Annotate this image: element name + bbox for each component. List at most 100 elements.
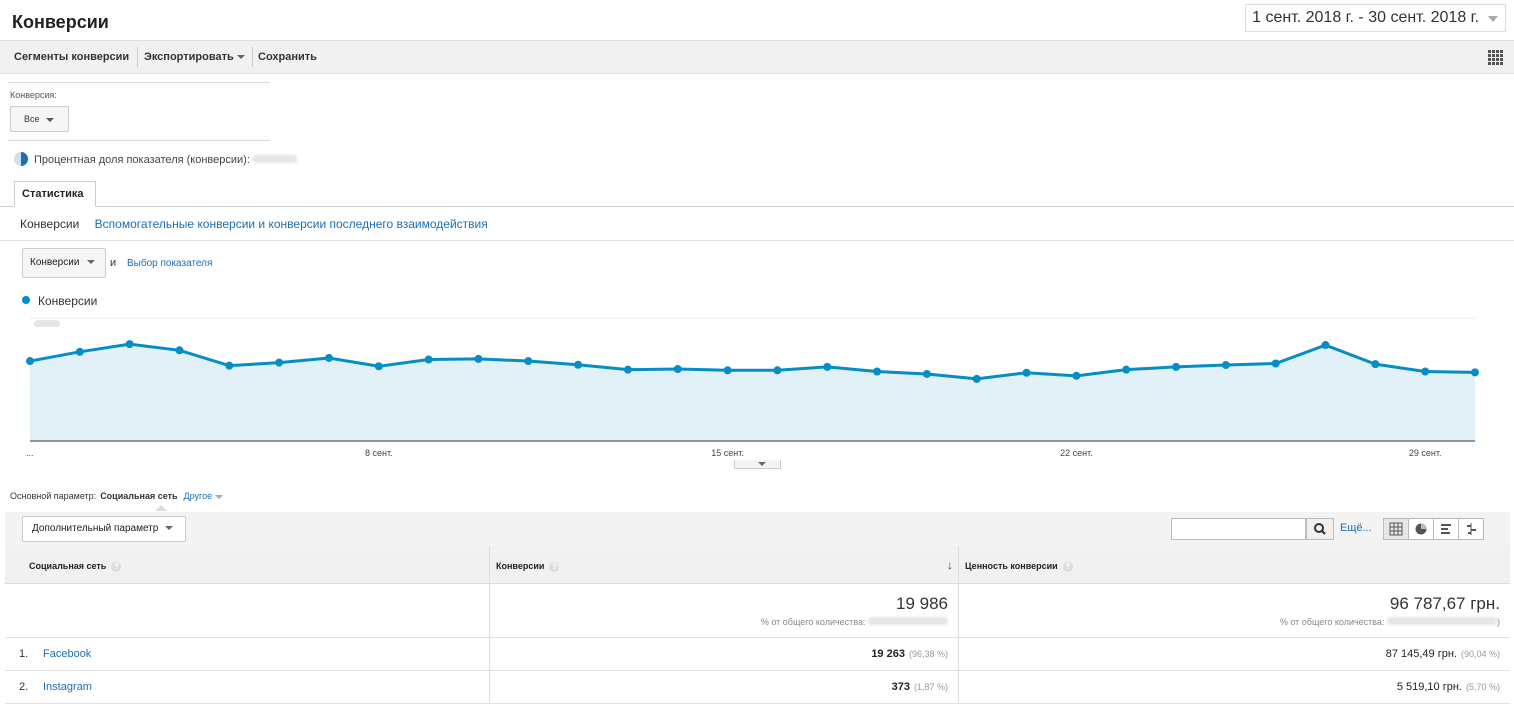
primary-dimension-other[interactable]: Другое (184, 491, 213, 501)
data-point (873, 367, 882, 376)
dropdown-caret-icon (45, 117, 54, 122)
data-point (773, 366, 782, 375)
advanced-search-link[interactable]: Ещё... (1340, 522, 1372, 534)
dropdown-caret-icon (236, 55, 245, 60)
percent-share-label: Процентная доля показателя (конверсии): (34, 154, 250, 166)
chevron-down-icon (758, 462, 766, 466)
x-tick-label: 29 сент. (1409, 448, 1442, 458)
subtab-conversions[interactable]: Конверсии (20, 217, 79, 231)
data-point (823, 362, 832, 371)
toolbar-divider (252, 47, 253, 67)
help-icon[interactable]: ? (111, 562, 122, 572)
search-button[interactable] (1306, 518, 1334, 540)
conversion-filter-select[interactable]: Все (10, 106, 69, 132)
metric-select[interactable]: Конверсии (22, 248, 106, 278)
column-header-social-network[interactable]: Социальная сеть? (29, 561, 122, 572)
save-button[interactable]: Сохранить (254, 41, 321, 73)
choose-metric-link[interactable]: Выбор показателя (127, 258, 212, 269)
view-switcher (1383, 518, 1484, 540)
pie-share-icon (14, 152, 28, 166)
data-point (275, 358, 284, 367)
data-point (972, 374, 981, 383)
value-percent: (5,70 %) (1465, 682, 1500, 692)
totals-row: 19 986 % от общего количества: 96 787,67… (5, 584, 1510, 638)
data-point (1471, 368, 1479, 377)
table-view-button[interactable] (1383, 518, 1409, 540)
sort-desc-icon[interactable]: ↓ (947, 558, 953, 572)
column-header-conversions[interactable]: Конверсии? (496, 561, 560, 572)
data-point (474, 354, 483, 363)
primary-dimension-label: Основной параметр: (10, 491, 97, 501)
date-range-picker[interactable]: 1 сент. 2018 г. - 30 сент. 2018 г. (1245, 4, 1506, 32)
dropdown-caret-icon (215, 494, 224, 499)
table-cell: 373 (1,87 %) (489, 671, 958, 703)
column-header-conversion-value[interactable]: Ценность конверсии? (965, 561, 1073, 572)
total-value-share: % от общего количества: ) (1279, 617, 1500, 627)
value-amount: 87 145,49 грн. (1385, 648, 1457, 660)
help-icon[interactable]: ? (549, 562, 560, 572)
conversion-filter-label: Конверсия: (10, 90, 57, 100)
dropdown-caret-icon (165, 526, 174, 531)
subtab-assisted-conversions[interactable]: Вспомогательные конверсии и конверсии по… (95, 217, 488, 231)
conversions-line-chart[interactable]: ... 8 сент. 15 сент. 22 сент. 29 сент. (0, 308, 1500, 460)
data-point (26, 357, 34, 366)
data-point (75, 347, 84, 356)
data-point (424, 355, 433, 364)
table-header: Социальная сеть? Конверсии? ↓ Ценность к… (5, 546, 1510, 584)
secondary-dimension-select[interactable]: Дополнительный параметр (22, 516, 186, 542)
table-search-input[interactable] (1171, 518, 1306, 540)
metric-and-label: и (110, 257, 117, 269)
table-grid-icon (1389, 522, 1403, 536)
tab-bar-line (0, 206, 1514, 207)
help-icon[interactable]: ? (1062, 562, 1073, 572)
divider (8, 82, 270, 83)
data-point (324, 353, 333, 362)
data-point (374, 362, 383, 371)
share-label: % от общего количества: (1279, 617, 1385, 627)
data-point (1122, 365, 1131, 374)
data-point (1022, 368, 1031, 377)
toolbar-divider (137, 47, 138, 67)
data-point (1172, 362, 1181, 371)
chart-legend: Конверсии (22, 294, 97, 308)
table-row: 2. Instagram 373 (1,87 %) 5 519,10 грн. (5… (5, 671, 1510, 704)
data-point (922, 369, 931, 378)
total-conversion-value: 96 787,67 грн. (1389, 594, 1500, 613)
search-icon (1314, 523, 1326, 535)
row-conversions: 19 263 (96,38 %) (871, 648, 948, 660)
x-tick-label: 8 сент. (365, 448, 393, 458)
redacted-value (868, 617, 948, 625)
data-point (1421, 367, 1430, 376)
comparison-view-button[interactable] (1458, 518, 1484, 540)
table-cell: 19 263 (96,38 %) (489, 638, 958, 670)
data-point (1271, 359, 1280, 368)
subtabs: Конверсии Вспомогательные конверсии и ко… (20, 217, 488, 231)
table-row: 1. Facebook 19 263 (96,38 %) 87 145,49 гр… (5, 638, 1510, 671)
selected-indicator (155, 505, 167, 511)
column-header-label: Социальная сеть (29, 561, 107, 571)
redacted-value (1387, 617, 1497, 625)
value-percent: (90,04 %) (1460, 649, 1500, 659)
performance-view-button[interactable] (1433, 518, 1459, 540)
row-link-facebook[interactable]: Facebook (43, 648, 91, 660)
row-number: 1. (19, 648, 29, 660)
conversion-segments-button[interactable]: Сегменты конверсии (10, 41, 133, 73)
apps-grid-icon[interactable] (1488, 50, 1504, 66)
data-point (1072, 371, 1081, 380)
conversions-value: 19 263 (871, 648, 905, 660)
header-cell: Социальная сеть? (5, 546, 489, 583)
page-title: Конверсии (12, 12, 109, 32)
data-point (723, 366, 732, 375)
conversion-filter-value: Все (24, 114, 40, 124)
row-conversion-value: 5 519,10 грн. (5,70 %) (1397, 681, 1500, 693)
chart-expand-button[interactable] (734, 460, 781, 469)
row-link-instagram[interactable]: Instagram (43, 681, 92, 693)
header-cell: Конверсии? ↓ (489, 546, 958, 583)
pie-view-button[interactable] (1408, 518, 1434, 540)
data-point (574, 360, 583, 369)
tab-statistics[interactable]: Статистика (14, 181, 96, 207)
legend-dot-icon (22, 296, 30, 304)
primary-dimension-selected[interactable]: Социальная сеть (100, 491, 177, 501)
divider (8, 140, 270, 141)
export-button[interactable]: Экспортировать (140, 41, 249, 73)
